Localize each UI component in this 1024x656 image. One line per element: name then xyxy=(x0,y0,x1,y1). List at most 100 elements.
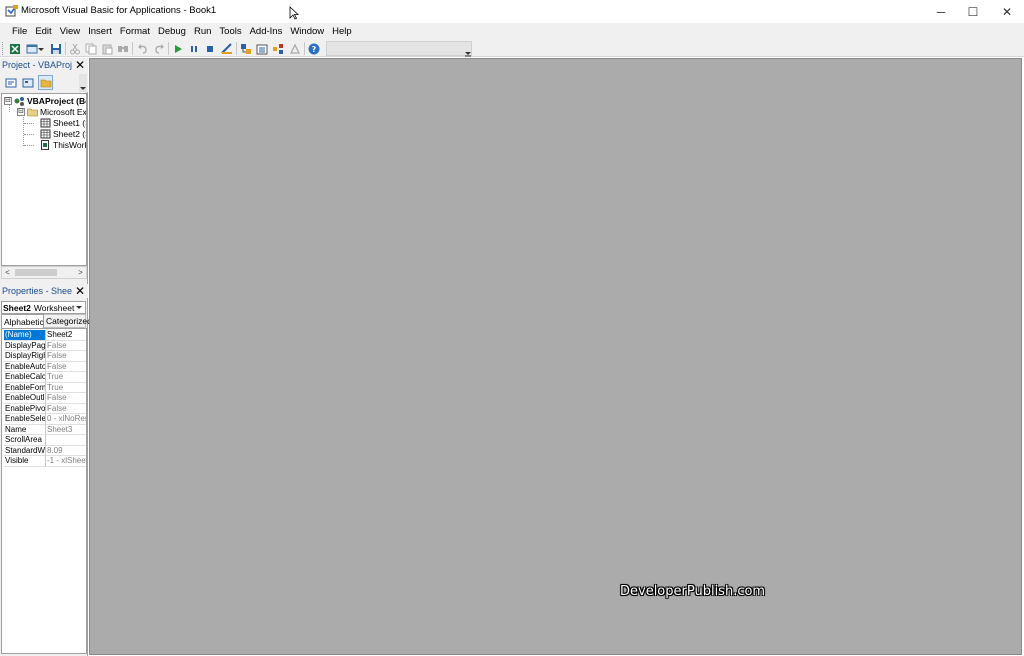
maximize-button[interactable]: ☐ xyxy=(956,0,990,23)
tree-item-vbaproject[interactable]: ⊟ VBAProject (Book1) xyxy=(4,95,86,106)
property-row[interactable]: DisplayRightToLeftFalse xyxy=(4,351,86,362)
insert-dropdown-button[interactable] xyxy=(37,41,45,56)
toolbar-separator xyxy=(236,42,237,55)
object-selector[interactable]: Sheet2 Worksheet xyxy=(1,301,86,314)
undo-button[interactable] xyxy=(135,41,150,56)
design-mode-button[interactable] xyxy=(219,41,234,56)
property-row[interactable]: EnablePivotTableFalse xyxy=(4,403,86,414)
toolbar-empty-area xyxy=(326,41,472,56)
menu-tools[interactable]: Tools xyxy=(215,23,245,40)
property-row[interactable]: Visible-1 - xlSheetVisible xyxy=(4,456,86,467)
menu-add-ins[interactable]: Add-Ins xyxy=(246,23,287,40)
toolbox-button[interactable] xyxy=(287,41,302,56)
reset-button[interactable] xyxy=(202,41,217,56)
property-value[interactable]: False xyxy=(46,404,86,414)
view-code-button[interactable] xyxy=(3,75,18,90)
property-row[interactable]: ScrollArea xyxy=(4,435,86,446)
run-button[interactable] xyxy=(170,41,185,56)
property-value[interactable]: Sheet2 xyxy=(46,330,86,341)
maximize-icon: ☐ xyxy=(967,4,979,19)
break-button[interactable] xyxy=(186,41,201,56)
tree-item-excel-objects[interactable]: ⊟ Microsoft Excel Objects xyxy=(17,106,86,117)
scroll-thumb[interactable] xyxy=(15,269,57,276)
menu-edit[interactable]: Edit xyxy=(31,23,55,40)
project-horizontal-scrollbar[interactable]: < > xyxy=(1,266,87,279)
object-browser-button[interactable] xyxy=(270,41,285,56)
menu-format[interactable]: Format xyxy=(116,23,154,40)
property-row[interactable]: Name Sheet3 xyxy=(4,424,86,435)
property-value[interactable]: -1 - xlSheetVisible xyxy=(46,456,86,467)
view-object-button[interactable] xyxy=(20,75,35,90)
svg-text:?: ? xyxy=(311,45,316,54)
menu-file[interactable]: File xyxy=(8,23,31,40)
collapse-icon[interactable]: ⊟ xyxy=(17,107,25,116)
property-row[interactable]: EnableCalculationTrue xyxy=(4,372,86,383)
toolbar-gripper[interactable] xyxy=(2,42,5,55)
tree-connector xyxy=(24,123,34,124)
workbook-icon xyxy=(40,139,51,150)
toggle-folders-button[interactable] xyxy=(38,75,53,90)
property-row[interactable]: (Name) Sheet2 xyxy=(4,330,86,341)
property-row[interactable]: DisplayPageBreaksFalse xyxy=(4,340,86,351)
mouse-cursor-icon xyxy=(289,6,299,20)
vba-app-icon[interactable] xyxy=(5,4,19,18)
property-value[interactable]: 8.09 xyxy=(46,446,86,456)
menu-view[interactable]: View xyxy=(56,23,84,40)
project-explorer-button[interactable] xyxy=(238,41,253,56)
menu-window[interactable]: Window xyxy=(286,23,328,40)
project-pane-close-icon[interactable]: ✕ xyxy=(74,58,86,72)
tree-item-sheet2[interactable]: Sheet2 (Sheet3) xyxy=(40,128,86,139)
property-value[interactable]: 0 - xlNoRestrictions xyxy=(46,414,86,425)
minimize-icon: ─ xyxy=(936,4,946,19)
toolbar-separator xyxy=(132,42,133,55)
property-row[interactable]: StandardWidth8.09 xyxy=(4,445,86,456)
object-type: Worksheet xyxy=(33,302,75,313)
property-value[interactable]: False xyxy=(46,351,86,362)
property-row[interactable]: EnableFormatConditionsCalculationTrue xyxy=(4,382,86,393)
tree-item-label: Sheet1 (Sheet1) xyxy=(53,117,86,128)
property-value[interactable]: False xyxy=(46,362,86,372)
copy-button[interactable] xyxy=(83,41,98,56)
menu-debug[interactable]: Debug xyxy=(154,23,190,40)
toolbar-options-arrow-icon[interactable] xyxy=(464,47,472,57)
property-name: Name xyxy=(4,424,46,435)
property-row[interactable]: EnableSelection0 - xlNoRestrictions xyxy=(4,414,86,425)
redo-button[interactable] xyxy=(151,41,166,56)
property-row[interactable]: EnableOutliningFalse xyxy=(4,393,86,404)
property-value[interactable]: False xyxy=(46,341,86,351)
property-value[interactable]: True xyxy=(46,383,86,393)
project-toolbar-overflow-icon[interactable] xyxy=(79,74,87,92)
properties-pane-header[interactable]: Properties - Sheet2 ✕ xyxy=(0,284,88,298)
menu-run[interactable]: Run xyxy=(190,23,215,40)
scroll-left-icon[interactable]: < xyxy=(2,267,13,278)
menu-insert[interactable]: Insert xyxy=(84,23,116,40)
tree-item-label: ThisWorkbook xyxy=(53,139,86,150)
project-pane-header[interactable]: Project - VBAProject ✕ xyxy=(0,58,88,72)
code-window-area[interactable] xyxy=(89,58,1022,655)
window-title: Microsoft Visual Basic for Applications … xyxy=(21,5,217,16)
cut-button[interactable] xyxy=(67,41,82,56)
property-value[interactable]: False xyxy=(46,393,86,404)
view-excel-button[interactable] xyxy=(7,41,22,56)
property-value[interactable]: Sheet3 xyxy=(46,425,86,435)
tree-item-thisworkbook[interactable]: ThisWorkbook xyxy=(40,139,86,150)
chevron-down-icon[interactable] xyxy=(74,302,84,313)
scroll-right-icon[interactable]: > xyxy=(75,267,86,278)
tree-item-sheet1[interactable]: Sheet1 (Sheet1) xyxy=(40,117,86,128)
help-button[interactable]: ? xyxy=(306,41,321,56)
paste-button[interactable] xyxy=(99,41,114,56)
save-button[interactable] xyxy=(48,41,63,56)
collapse-icon[interactable]: ⊟ xyxy=(4,96,12,105)
property-row[interactable]: EnableAutoFilterFalse xyxy=(4,361,86,372)
property-value[interactable]: True xyxy=(46,372,86,383)
toolbox-icon xyxy=(289,43,300,54)
find-button[interactable] xyxy=(115,41,130,56)
properties-window-button[interactable] xyxy=(254,41,269,56)
properties-pane-close-icon[interactable]: ✕ xyxy=(74,284,86,298)
menu-help[interactable]: Help xyxy=(328,23,356,40)
property-value[interactable] xyxy=(46,435,86,446)
close-button[interactable]: ✕ xyxy=(990,0,1024,23)
minimize-button[interactable]: ─ xyxy=(924,0,958,23)
tab-categorized[interactable]: Categorized xyxy=(44,314,92,328)
tab-alphabetic[interactable]: Alphabetic xyxy=(1,314,44,328)
